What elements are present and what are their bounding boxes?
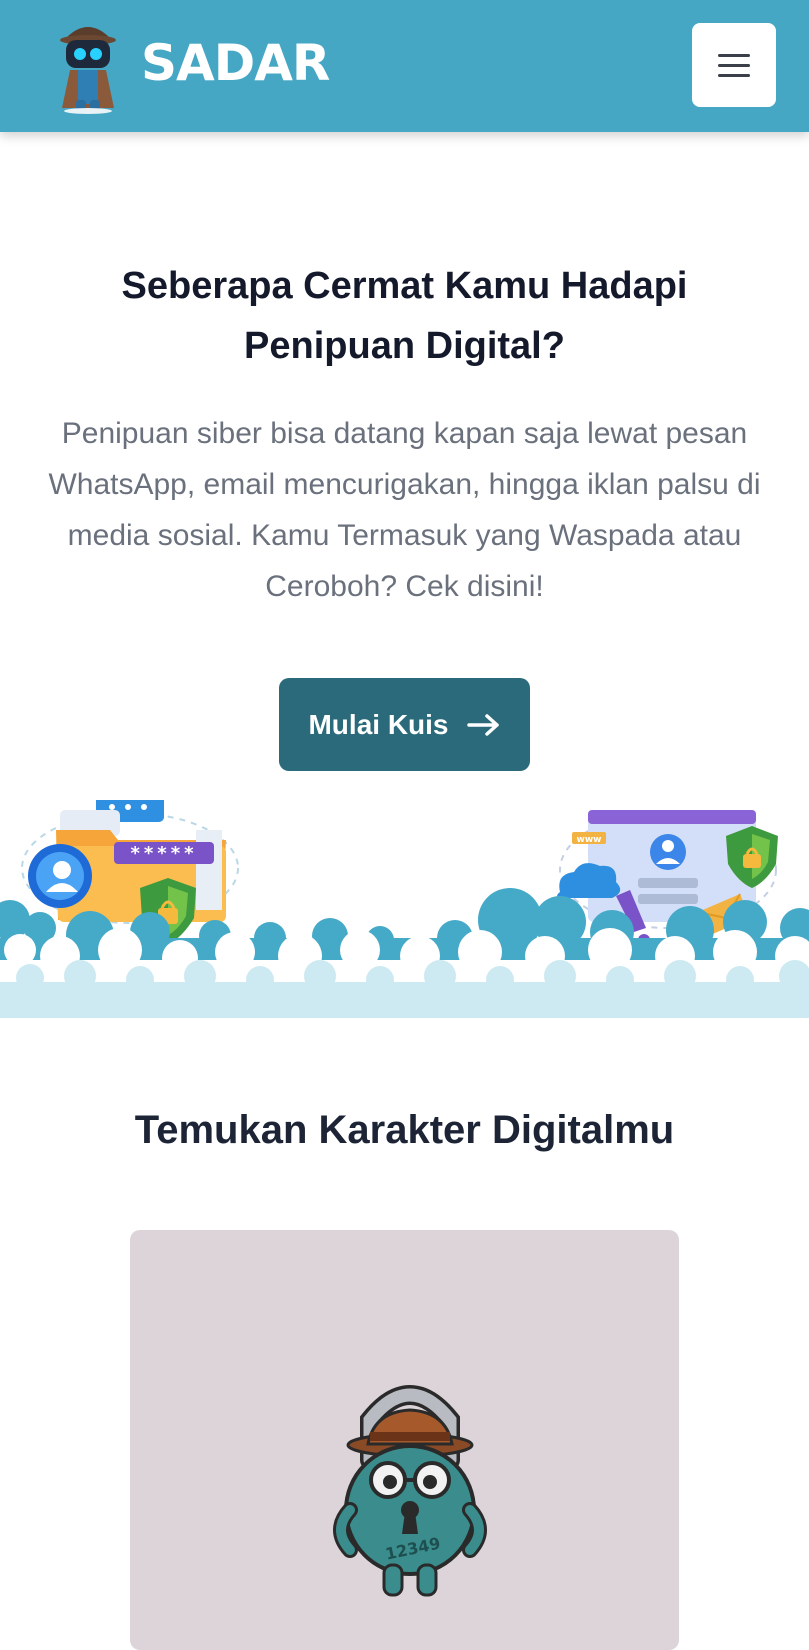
brand-name[interactable]: SADAR xyxy=(141,34,330,92)
hero-title: Seberapa Cermat Kamu Hadapi Penipuan Dig… xyxy=(121,265,688,367)
detective-robot-logo-icon[interactable] xyxy=(52,14,124,114)
arrow-right-icon xyxy=(466,713,499,736)
hamburger-menu-icon xyxy=(718,53,750,57)
top-navbar: SADAR xyxy=(0,0,809,132)
hamburger-menu-button[interactable] xyxy=(692,23,776,107)
hero-illustration: ***** www xyxy=(0,792,809,1018)
illustration-password-text: ***** xyxy=(130,843,197,864)
start-quiz-button[interactable]: Mulai Kuis xyxy=(279,678,530,771)
start-quiz-label: Mulai Kuis xyxy=(308,708,449,740)
character-card[interactable]: 12349 xyxy=(130,1230,679,1650)
illustration-www-text: www xyxy=(577,835,602,845)
hamburger-line xyxy=(718,63,750,67)
section-title-karakter: Temukan Karakter Digitalmu xyxy=(134,1108,675,1152)
hero-description: Penipuan siber bisa datang kapan saja le… xyxy=(48,417,761,603)
padlock-detective-mascot-icon: 12349 xyxy=(333,1385,487,1597)
hamburger-line xyxy=(718,73,750,77)
